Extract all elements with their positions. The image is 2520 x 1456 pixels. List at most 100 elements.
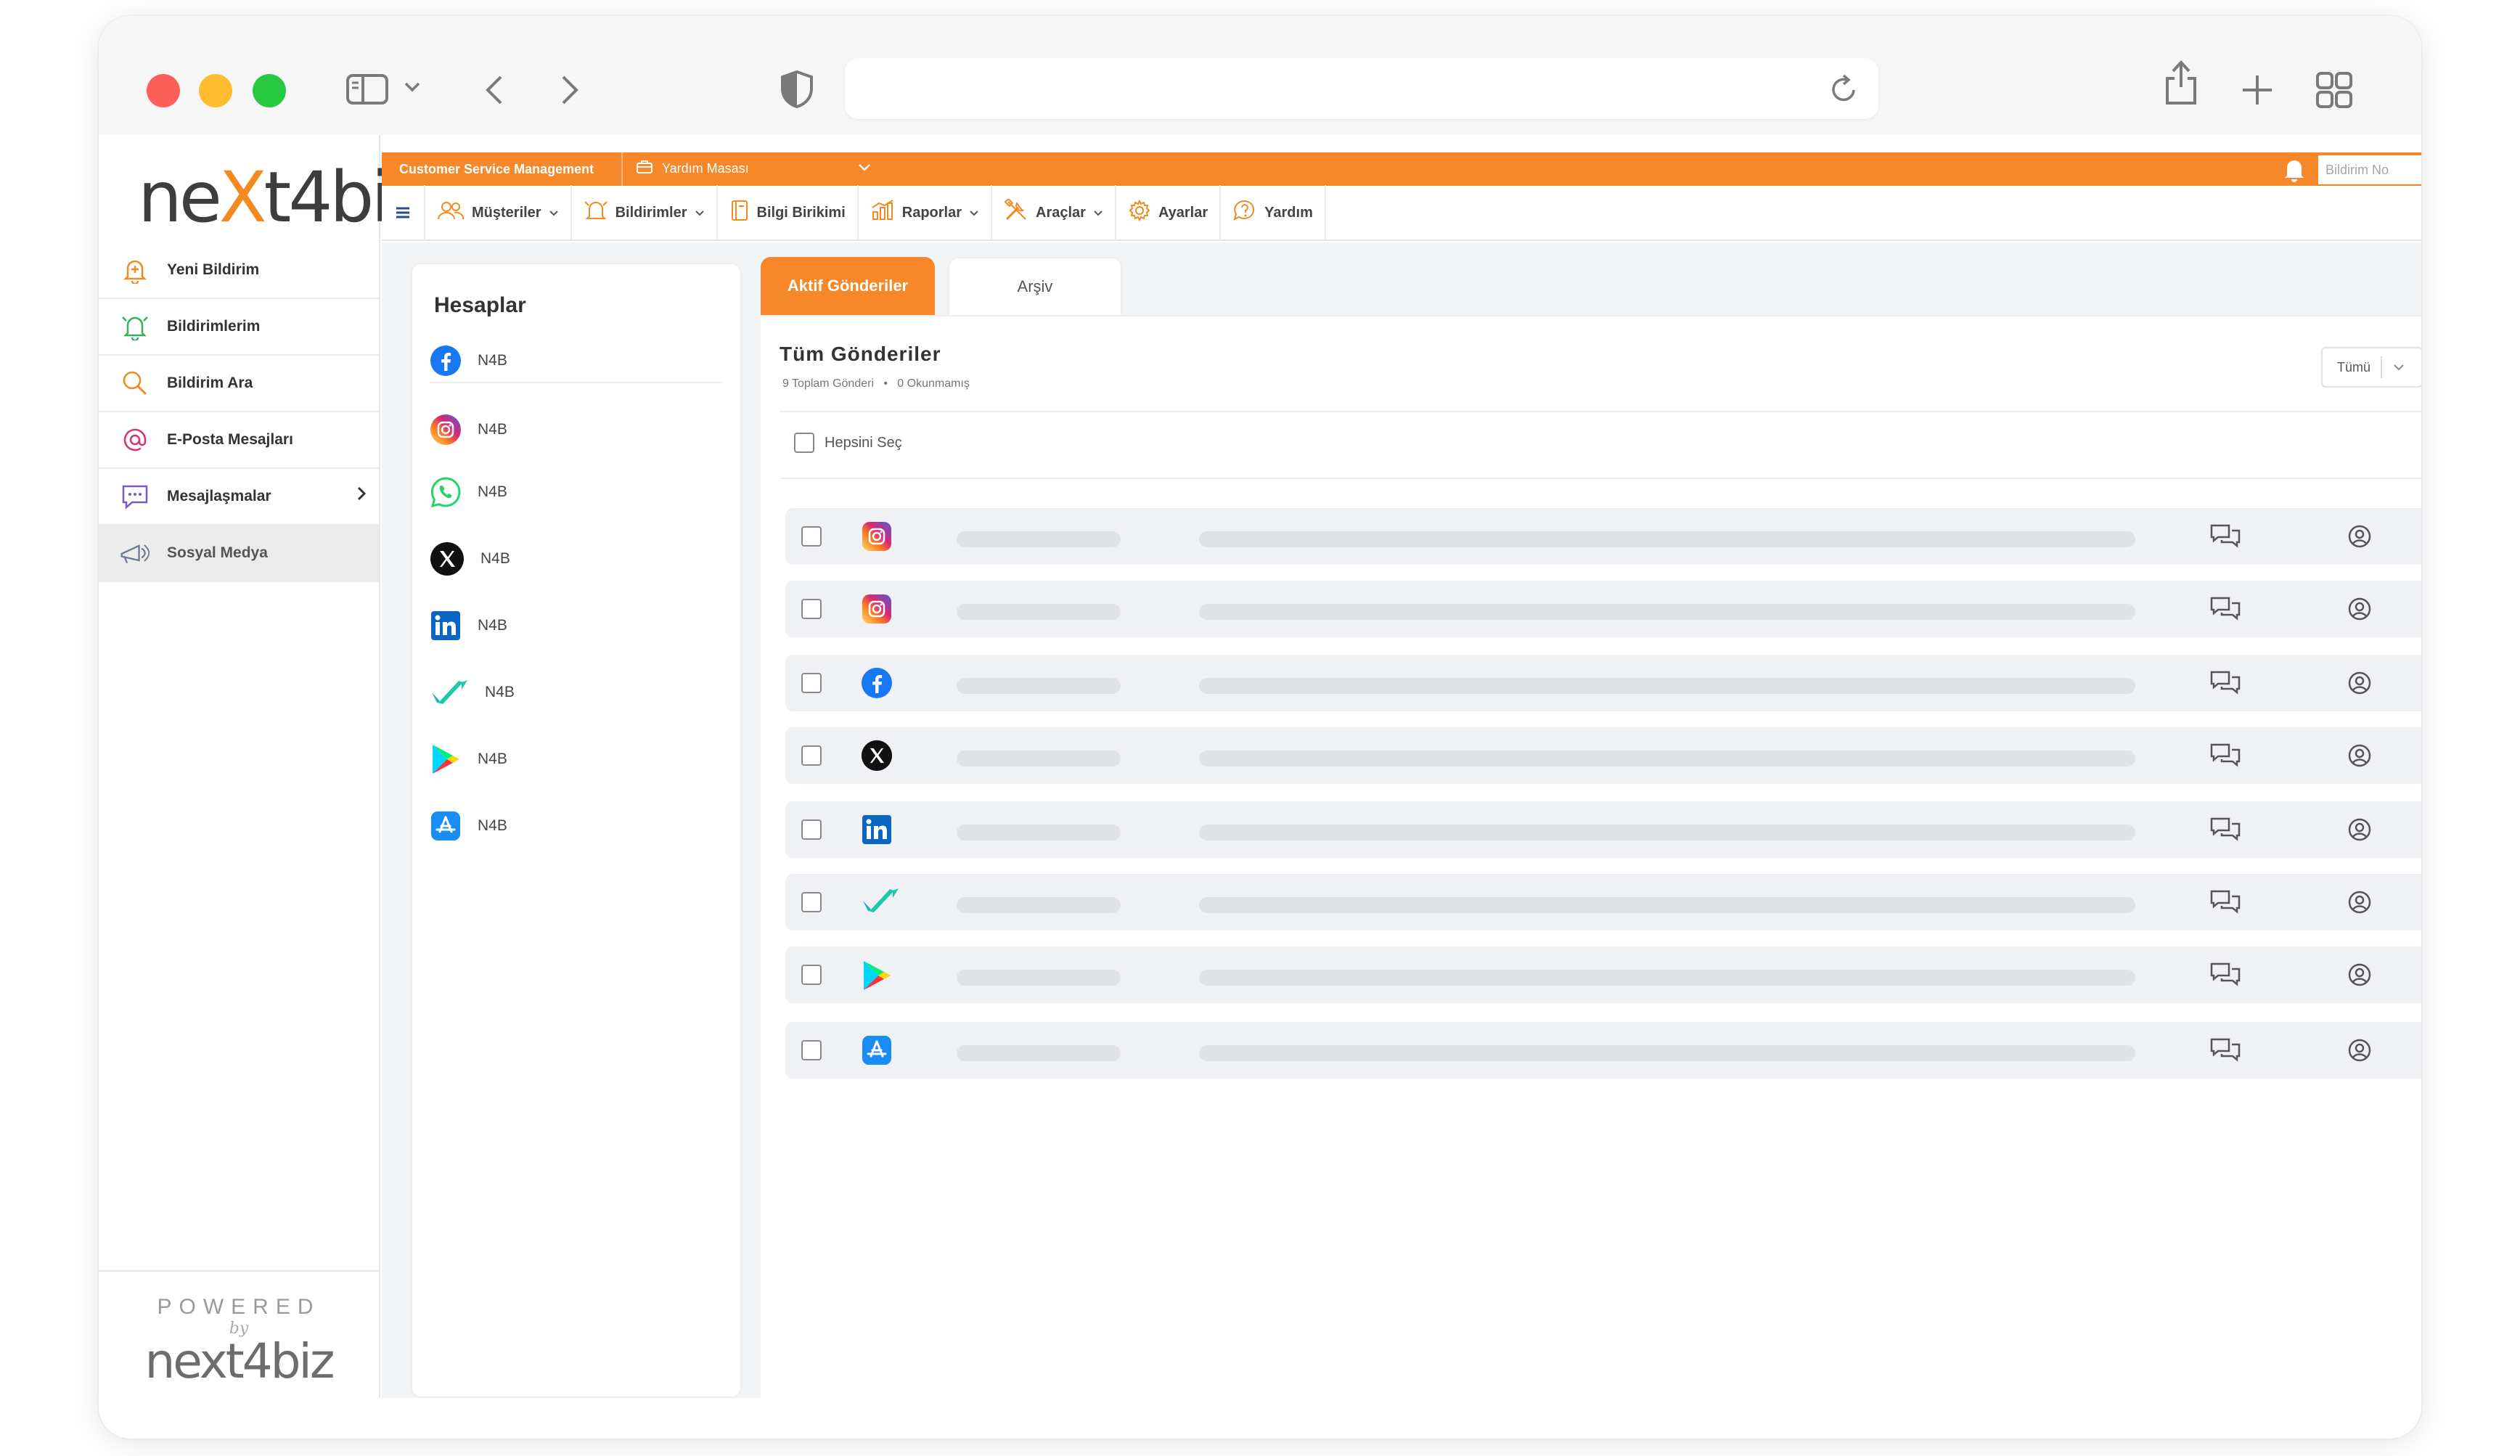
maximize-window-button[interactable] xyxy=(253,74,286,107)
post-row[interactable] xyxy=(785,655,2421,711)
chevron-down-icon[interactable] xyxy=(856,160,872,179)
browser-window: neXt4biz Yeni Bildirim Bildirimlerim Bil… xyxy=(99,16,2421,1439)
tab-active-posts[interactable]: Aktif Gönderiler xyxy=(761,257,935,315)
sidebar-item-social-media[interactable]: Sosyal Medya xyxy=(99,525,379,582)
reply-chat-icon[interactable] xyxy=(2209,523,2241,554)
sidebar-item-email-messages[interactable]: E-Posta Mesajları xyxy=(99,412,379,469)
instagram-icon xyxy=(430,414,461,445)
accounts-title: Hesaplar xyxy=(434,293,526,317)
chevron-down-icon[interactable] xyxy=(404,81,421,97)
sidebar-item-label: Yeni Bildirim xyxy=(167,261,260,278)
select-all[interactable]: Hepsini Seç xyxy=(794,433,902,453)
sidebar-item-my-notifications[interactable]: Bildirimlerim xyxy=(99,299,379,356)
assign-user-icon[interactable] xyxy=(2347,1038,2372,1066)
bell-icon xyxy=(119,311,151,343)
url-bar[interactable] xyxy=(845,58,1878,119)
post-row[interactable] xyxy=(785,508,2421,565)
account-item-facebook[interactable]: N4B xyxy=(430,340,723,383)
assign-user-icon[interactable] xyxy=(2347,597,2372,625)
account-item-x[interactable]: N4B xyxy=(430,537,510,581)
nav-label: Bildirimler xyxy=(615,204,687,221)
back-icon[interactable] xyxy=(483,74,505,110)
chart-icon xyxy=(870,199,895,226)
posts-filter-select[interactable]: Tümü xyxy=(2321,347,2421,388)
post-row[interactable] xyxy=(785,801,2421,858)
assign-user-icon[interactable] xyxy=(2347,890,2372,918)
nav-customers[interactable]: Müşteriler xyxy=(425,185,572,240)
reply-chat-icon[interactable] xyxy=(2209,595,2241,626)
assign-user-icon[interactable] xyxy=(2347,524,2372,552)
select-all-checkbox[interactable] xyxy=(794,433,814,453)
post-checkbox[interactable] xyxy=(801,1040,822,1060)
nav-knowledge-base[interactable]: Bilgi Birikimi xyxy=(718,185,859,240)
content-placeholder xyxy=(1199,897,2135,913)
account-item-whatsapp[interactable]: N4B xyxy=(430,470,507,514)
sidebar-toggle-icon[interactable] xyxy=(345,71,389,110)
account-name: N4B xyxy=(478,751,507,767)
module-name[interactable]: Customer Service Management xyxy=(399,162,594,177)
reply-chat-icon[interactable] xyxy=(2209,888,2241,920)
chevron-down-icon xyxy=(695,205,705,221)
account-item-google-play[interactable]: N4B xyxy=(430,737,507,781)
assign-user-icon[interactable] xyxy=(2347,671,2372,699)
post-checkbox[interactable] xyxy=(801,965,822,985)
post-checkbox[interactable] xyxy=(801,892,822,912)
sidebar-item-new-notification[interactable]: Yeni Bildirim xyxy=(99,242,379,299)
google-play-icon xyxy=(861,959,893,991)
post-row[interactable] xyxy=(785,727,2421,784)
close-window-button[interactable] xyxy=(147,74,180,107)
notification-bell-icon[interactable] xyxy=(2282,157,2307,187)
sidebar-item-messaging[interactable]: Mesajlaşmalar xyxy=(99,469,379,525)
nav-reports[interactable]: Raporlar xyxy=(859,185,993,240)
post-checkbox[interactable] xyxy=(801,819,822,840)
powered-text: POWERED xyxy=(157,1295,321,1319)
gear-icon xyxy=(1128,199,1151,226)
post-row[interactable] xyxy=(785,581,2421,637)
chevron-down-icon xyxy=(2382,360,2405,375)
author-placeholder xyxy=(957,751,1121,766)
desk-label: Yardım Masası xyxy=(662,161,749,176)
reload-icon[interactable] xyxy=(1829,73,1860,108)
nav-tools[interactable]: Araçlar xyxy=(992,185,1116,240)
sidebar-item-search-notification[interactable]: Bildirim Ara xyxy=(99,356,379,412)
reply-chat-icon[interactable] xyxy=(2209,742,2241,773)
posts-panel: Tüm Gönderiler 9 Toplam Gönderi • 0 Okun… xyxy=(761,315,2421,1398)
filter-value: Tümü xyxy=(2337,359,2371,375)
assign-user-icon[interactable] xyxy=(2347,817,2372,846)
bell-icon xyxy=(584,199,608,226)
reply-chat-icon[interactable] xyxy=(2209,669,2241,700)
reply-chat-icon[interactable] xyxy=(2209,961,2241,992)
notification-number-search[interactable]: Bildirim No xyxy=(2318,155,2421,184)
post-checkbox[interactable] xyxy=(801,599,822,619)
assign-user-icon[interactable] xyxy=(2347,743,2372,772)
nav-notifications[interactable]: Bildirimler xyxy=(572,185,718,240)
tab-overview-icon[interactable] xyxy=(2315,71,2353,113)
new-tab-icon[interactable] xyxy=(2240,73,2275,111)
reply-chat-icon[interactable] xyxy=(2209,816,2241,847)
share-icon[interactable] xyxy=(2163,58,2199,110)
post-row[interactable] xyxy=(785,874,2421,931)
post-checkbox[interactable] xyxy=(801,526,822,547)
search-icon xyxy=(119,367,151,399)
hamburger-menu-icon[interactable] xyxy=(382,185,425,240)
app-logo[interactable]: neXt4biz xyxy=(138,157,424,238)
account-item-app-store[interactable]: N4B xyxy=(430,804,507,848)
reply-chat-icon[interactable] xyxy=(2209,1036,2241,1068)
desk-selector[interactable]: Yardım Masası xyxy=(636,160,749,178)
account-item-instagram[interactable]: N4B xyxy=(430,408,507,451)
forward-icon[interactable] xyxy=(559,74,581,110)
megaphone-icon xyxy=(119,537,151,569)
post-row[interactable] xyxy=(785,946,2421,1003)
assign-user-icon[interactable] xyxy=(2347,962,2372,991)
nav-help[interactable]: Yardım xyxy=(1221,185,1326,240)
post-checkbox[interactable] xyxy=(801,673,822,693)
post-row[interactable] xyxy=(785,1022,2421,1079)
shield-icon[interactable] xyxy=(780,70,814,113)
nav-settings[interactable]: Ayarlar xyxy=(1116,185,1222,240)
account-item-trustpilot[interactable]: N4B xyxy=(430,671,515,714)
tab-archive[interactable]: Arşiv xyxy=(948,257,1122,315)
whatsapp-icon xyxy=(430,477,461,508)
post-checkbox[interactable] xyxy=(801,745,822,766)
minimize-window-button[interactable] xyxy=(199,74,232,107)
account-item-linkedin[interactable]: N4B xyxy=(430,604,507,647)
